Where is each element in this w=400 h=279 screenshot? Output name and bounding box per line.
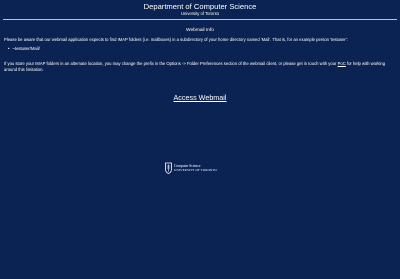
path-text: ~testuser/Mail/ — [12, 46, 40, 51]
section-title: Webmail Info — [186, 28, 214, 33]
intro-paragraph: Please be aware that our webmail applica… — [4, 37, 348, 42]
alternate-location-paragraph: If you store your IMAP folders in an alt… — [4, 61, 396, 73]
alt-note-text-before: If you store your IMAP folders in an alt… — [4, 61, 338, 66]
university-logo: Computer Science UNIVERSITY OF TORONTO — [165, 161, 227, 175]
poc-link[interactable]: PoC — [338, 61, 346, 66]
access-webmail-link[interactable]: Access Webmail — [174, 93, 227, 102]
header-divider — [3, 19, 397, 20]
page-header: Department of Computer Science Universit… — [0, 0, 400, 17]
access-webmail-container: Access Webmail — [0, 93, 400, 102]
page-title: Department of Computer Science — [143, 2, 257, 11]
logo-line-2: UNIVERSITY OF TORONTO — [174, 168, 217, 172]
page-subtitle: University of Toronto — [180, 11, 220, 16]
path-list: ~testuser/Mail/ — [8, 46, 40, 52]
path-list-item: ~testuser/Mail/ — [8, 46, 40, 52]
crest-icon — [165, 162, 172, 174]
